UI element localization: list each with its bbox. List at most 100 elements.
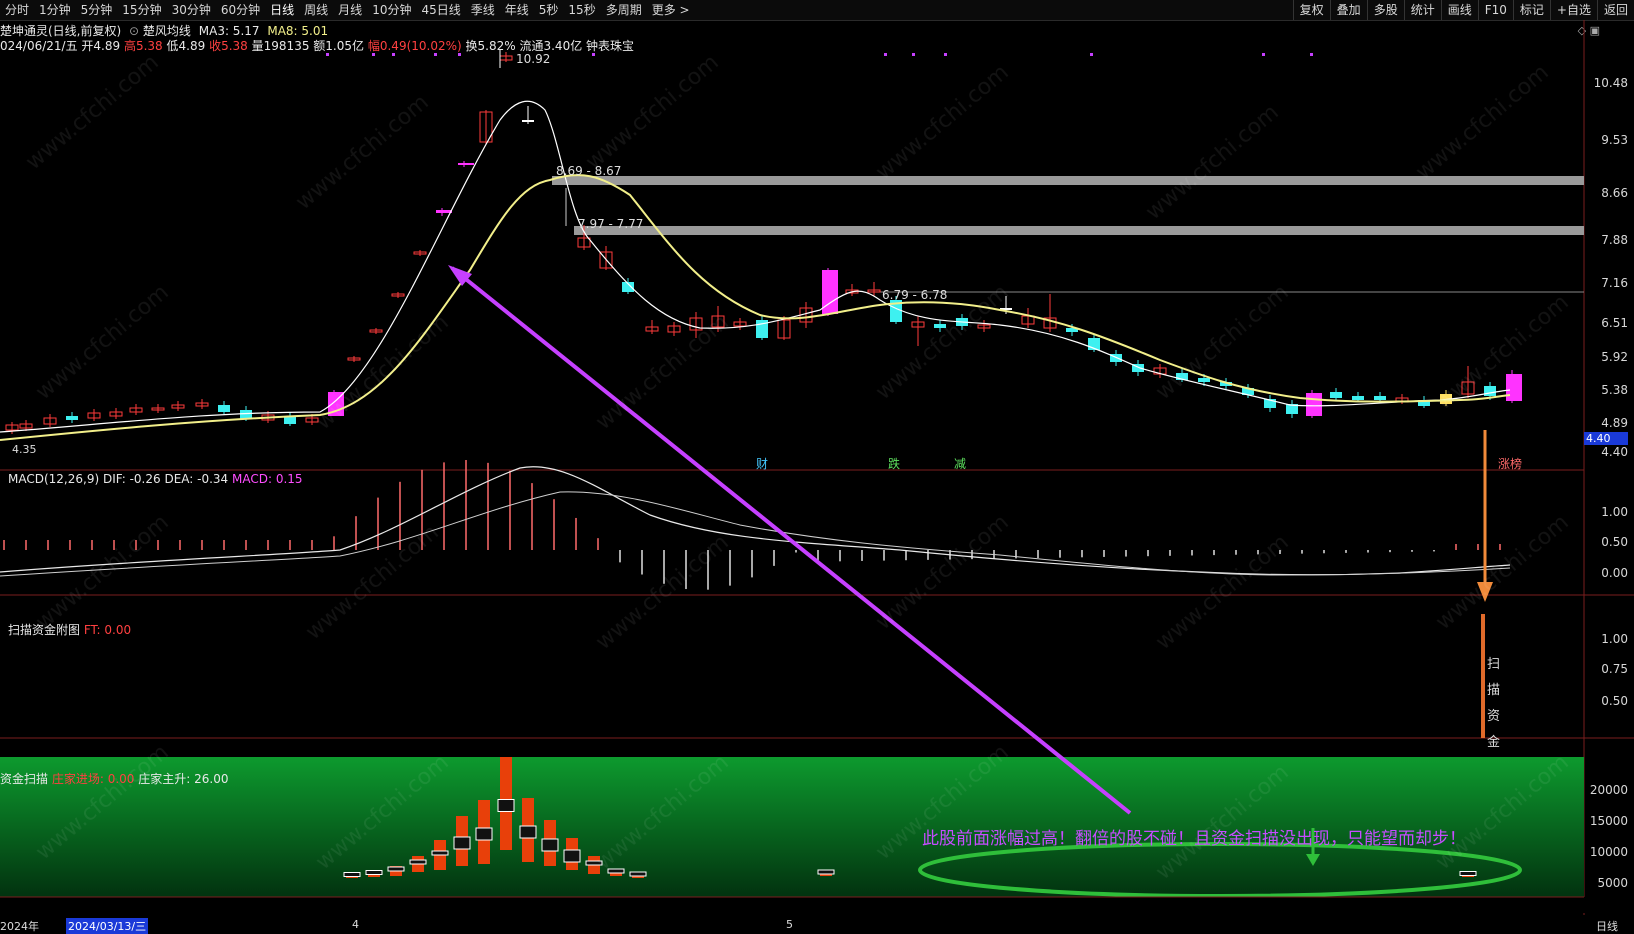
axis-label: 1.00 [1601,505,1628,519]
tab-4[interactable]: 30分钟 [167,0,216,20]
mark-die: 跌 [888,457,901,471]
x-axis-bar [0,897,1634,913]
mark-jian: 减 [954,457,967,471]
fund-box [519,825,537,839]
fund-box [343,872,361,877]
fund-box [475,827,493,841]
candle-body [458,163,474,165]
tab-7[interactable]: 周线 [299,0,333,20]
candle-body [66,416,78,420]
axis-label: 0.50 [1601,694,1628,708]
tab-15[interactable]: 多周期 [601,0,647,20]
period-toolbar: 分时 1分钟 5分钟 15分钟 30分钟 60分钟 日线 周线 月线 10分钟 45日线 季线 年线 5秒… [0,0,1634,21]
price-panel [0,50,1584,441]
fund-box [1459,871,1477,876]
tool-button-5[interactable]: F10 [1477,0,1513,20]
axis-label: 5.38 [1601,383,1628,397]
period-tabs: 分时 1分钟 5分钟 15分钟 30分钟 60分钟 日线 周线 月线 10分钟 45日线 季线 年线 5秒… [0,0,695,20]
x-axis-month-5: 5 [786,918,793,931]
tool-button-4[interactable]: 画线 [1440,0,1478,20]
macd-value: MACD: 0.15 [232,472,303,486]
tab-11[interactable]: 季线 [466,0,500,20]
tab-0[interactable]: 分时 [0,0,34,20]
axis-label: 10.48 [1593,76,1628,90]
low-price-label: 4.35 [12,443,37,456]
tool-button-1[interactable]: 叠加 [1329,0,1367,20]
macd-dif: DIF: -0.26 [102,472,161,486]
axis-label: 0.75 [1601,662,1628,676]
axis-label: 9.53 [1601,133,1628,147]
candle-body [1352,396,1364,400]
zone2-label: 7.97 - 7.77 [578,217,644,231]
signal-dot [392,53,395,56]
axis-label: 7.88 [1601,233,1628,247]
signal-dot [458,53,461,56]
tool-button-3[interactable]: 统计 [1403,0,1441,20]
macd-dea-line [0,491,1511,577]
signal-dot [1090,53,1093,56]
macd-title: MACD(12,26,9) [8,472,100,486]
tool-buttons: 复权 叠加 多股 统计 画线 F10 标记 +自选 返回 [1292,0,1634,20]
tab-16[interactable]: 更多 > [647,0,695,20]
tab-3[interactable]: 15分钟 [117,0,166,20]
x-axis-date-box: 2024/03/13/三 [66,918,149,934]
resistance-zone-2 [574,226,1584,235]
tab-12[interactable]: 年线 [500,0,534,20]
x-axis-year: 2024年 [0,920,39,933]
fund-box [817,869,835,875]
ma3-line [0,100,1511,433]
period-label[interactable]: 日线 [1596,918,1618,934]
axis-label: 1.00 [1601,632,1628,646]
tab-9[interactable]: 10分钟 [367,0,416,20]
candle-body [1330,392,1342,398]
tab-10[interactable]: 45日线 [416,0,465,20]
tab-14[interactable]: 15秒 [563,0,600,20]
tool-button-7[interactable]: +自选 [1549,0,1597,20]
candle-body [1198,378,1210,382]
tool-button-2[interactable]: 多股 [1366,0,1404,20]
signal-dot [912,53,915,56]
axis-label: 15000 [1589,814,1628,828]
fund-box [387,866,405,872]
scan-signal-bar [1481,614,1485,738]
candle-body [1306,393,1322,416]
candle-body [1506,374,1522,401]
axis-label: 6.51 [1601,316,1628,330]
candle-body [522,120,534,122]
tab-8[interactable]: 月线 [333,0,367,20]
zone1-label: 8.69 - 8.67 [556,164,622,178]
signal-dot [326,53,329,56]
fund-title: 资金扫描 [0,772,49,786]
tool-button-0[interactable]: 复权 [1292,0,1330,20]
signal-dot [884,53,887,56]
tool-button-8[interactable]: 返回 [1596,0,1634,20]
peak-price-label: 10.92 [516,52,551,66]
tab-5[interactable]: 60分钟 [216,0,265,20]
tab-2[interactable]: 5分钟 [76,0,118,20]
signal-dot [1310,53,1313,56]
candle-body [1374,396,1386,400]
fund-box [409,859,427,865]
fund-box [541,838,559,852]
fund-box [431,850,449,856]
tool-button-6[interactable]: 标记 [1512,0,1550,20]
limit-up-mark: 涨榜 [1498,457,1523,471]
signal-dot [372,53,375,56]
signal-dot [592,53,595,56]
macd-dea: DEA: -0.34 [164,472,229,486]
candle-body [218,405,230,412]
axis-label: 0.00 [1601,566,1628,580]
macd-title-line: MACD(12,26,9) DIF: -0.26 DEA: -0.34 MACD… [8,472,303,486]
candle-body [1484,386,1496,396]
candle-body [436,210,452,213]
tab-1[interactable]: 1分钟 [34,0,76,20]
signal-dot [434,53,437,56]
tab-13[interactable]: 5秒 [534,0,564,20]
axis-label: 8.66 [1601,186,1628,200]
fund-box [497,799,515,812]
axis-label: 0.50 [1601,535,1628,549]
tab-6[interactable]: 日线 [265,0,299,20]
signal-dot [1262,53,1265,56]
fund-box [453,836,471,850]
axis-label: 5000 [1597,876,1628,890]
